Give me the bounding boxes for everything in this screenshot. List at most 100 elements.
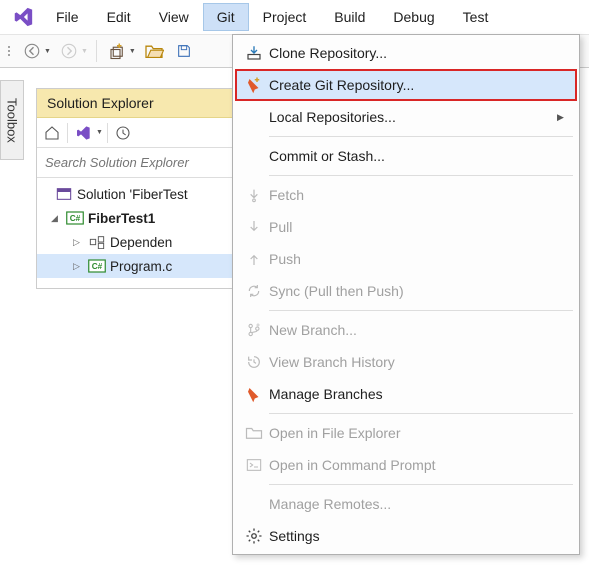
menu-label: Open in File Explorer xyxy=(269,425,577,441)
grip-icon xyxy=(6,40,16,62)
switch-views-icon[interactable] xyxy=(72,122,94,144)
dropdown-arrow-icon[interactable]: ▼ xyxy=(129,48,136,55)
menu-commit-stash[interactable]: Commit or Stash... xyxy=(235,140,577,172)
menu-view[interactable]: View xyxy=(145,3,203,31)
expand-icon[interactable]: ▷ xyxy=(73,261,84,272)
svg-text:C#: C# xyxy=(70,214,81,223)
menu-label: Pull xyxy=(269,219,577,235)
menu-label: Manage Remotes... xyxy=(269,496,577,512)
separator xyxy=(269,310,573,311)
menubar: File Edit View Git Project Build Debug T… xyxy=(0,0,589,34)
menu-label: Sync (Pull then Push) xyxy=(269,283,577,299)
menu-open-file-explorer: Open in File Explorer xyxy=(235,417,577,449)
solution-tree: Solution 'FiberTest ◢ C# FiberTest1 ▷ De… xyxy=(37,178,235,288)
csharp-file-icon: C# xyxy=(88,259,106,273)
separator xyxy=(269,175,573,176)
blank-icon xyxy=(239,492,269,516)
search-input[interactable] xyxy=(37,148,235,178)
submenu-arrow-icon: ▶ xyxy=(557,112,577,123)
new-branch-icon xyxy=(239,318,269,342)
csharp-project-icon: C# xyxy=(66,211,84,225)
folder-icon xyxy=(239,421,269,445)
history-icon xyxy=(239,350,269,374)
dropdown-arrow-icon[interactable]: ▼ xyxy=(81,48,88,55)
blank-icon xyxy=(239,144,269,168)
clone-icon xyxy=(239,41,269,65)
dependencies-icon xyxy=(88,235,106,249)
tree-label: Dependen xyxy=(110,235,172,250)
open-button[interactable] xyxy=(140,38,168,64)
pending-changes-icon[interactable] xyxy=(112,122,134,144)
fetch-icon xyxy=(239,183,269,207)
collapse-icon[interactable]: ◢ xyxy=(51,213,62,224)
tree-label: Solution 'FiberTest xyxy=(77,187,188,202)
menu-view-history: View Branch History xyxy=(235,346,577,378)
menu-label: Local Repositories... xyxy=(269,109,557,125)
menu-label: View Branch History xyxy=(269,354,577,370)
tree-label: Program.c xyxy=(110,259,172,274)
menu-label: Manage Branches xyxy=(269,386,577,402)
dependencies-node[interactable]: ▷ Dependen xyxy=(37,230,235,254)
menu-manage-remotes: Manage Remotes... xyxy=(235,488,577,520)
new-item-button[interactable] xyxy=(103,38,131,64)
menu-git[interactable]: Git xyxy=(203,3,249,31)
separator xyxy=(269,484,573,485)
menu-label: Push xyxy=(269,251,577,267)
blank-icon xyxy=(239,105,269,129)
menu-edit[interactable]: Edit xyxy=(93,3,145,31)
separator xyxy=(269,413,573,414)
expand-icon[interactable]: ▷ xyxy=(73,237,84,248)
vs-logo-icon xyxy=(12,6,34,28)
menu-open-cmd: Open in Command Prompt xyxy=(235,449,577,481)
svg-text:C#: C# xyxy=(92,262,103,271)
menu-test[interactable]: Test xyxy=(449,3,503,31)
menu-pull: Pull xyxy=(235,211,577,243)
pull-icon xyxy=(239,215,269,239)
menu-clone-repository[interactable]: Clone Repository... xyxy=(235,37,577,69)
separator xyxy=(107,123,108,143)
menu-create-git-repository[interactable]: Create Git Repository... xyxy=(235,69,577,101)
dropdown-arrow-icon[interactable]: ▼ xyxy=(44,48,51,55)
menu-fetch: Fetch xyxy=(235,179,577,211)
menu-settings[interactable]: Settings xyxy=(235,520,577,552)
gear-icon xyxy=(239,524,269,548)
menu-label: Open in Command Prompt xyxy=(269,457,577,473)
project-node[interactable]: ◢ C# FiberTest1 xyxy=(37,206,235,230)
menu-local-repositories[interactable]: Local Repositories... ▶ xyxy=(235,101,577,133)
create-repo-icon xyxy=(239,73,269,97)
toolbox-tab[interactable]: Toolbox xyxy=(0,80,24,160)
nav-back-button[interactable] xyxy=(18,38,46,64)
home-icon[interactable] xyxy=(41,122,63,144)
solution-explorer-panel: Solution Explorer ▼ Solution 'FiberTest … xyxy=(36,88,236,289)
separator xyxy=(269,136,573,137)
panel-toolbar: ▼ xyxy=(37,118,235,148)
save-button[interactable] xyxy=(170,38,198,64)
menu-label: Commit or Stash... xyxy=(269,148,577,164)
dropdown-arrow-icon[interactable]: ▼ xyxy=(96,129,103,136)
menu-file[interactable]: File xyxy=(42,3,93,31)
menu-label: Fetch xyxy=(269,187,577,203)
sync-icon xyxy=(239,279,269,303)
branches-icon xyxy=(239,382,269,406)
menu-push: Push xyxy=(235,243,577,275)
menu-new-branch: New Branch... xyxy=(235,314,577,346)
solution-icon xyxy=(55,187,73,201)
menu-label: Clone Repository... xyxy=(269,45,577,61)
menu-label: New Branch... xyxy=(269,322,577,338)
separator xyxy=(67,123,68,143)
menu-debug[interactable]: Debug xyxy=(379,3,448,31)
menu-label: Create Git Repository... xyxy=(269,77,577,93)
menu-sync: Sync (Pull then Push) xyxy=(235,275,577,307)
menu-project[interactable]: Project xyxy=(249,3,321,31)
terminal-icon xyxy=(239,453,269,477)
nav-forward-button[interactable] xyxy=(55,38,83,64)
solution-node[interactable]: Solution 'FiberTest xyxy=(37,182,235,206)
separator xyxy=(96,40,97,62)
menu-manage-branches[interactable]: Manage Branches xyxy=(235,378,577,410)
menu-build[interactable]: Build xyxy=(320,3,379,31)
push-icon xyxy=(239,247,269,271)
tree-label: FiberTest1 xyxy=(88,211,155,226)
file-node[interactable]: ▷ C# Program.c xyxy=(37,254,235,278)
git-dropdown-menu: Clone Repository... Create Git Repositor… xyxy=(232,34,580,555)
panel-title: Solution Explorer xyxy=(37,89,235,118)
